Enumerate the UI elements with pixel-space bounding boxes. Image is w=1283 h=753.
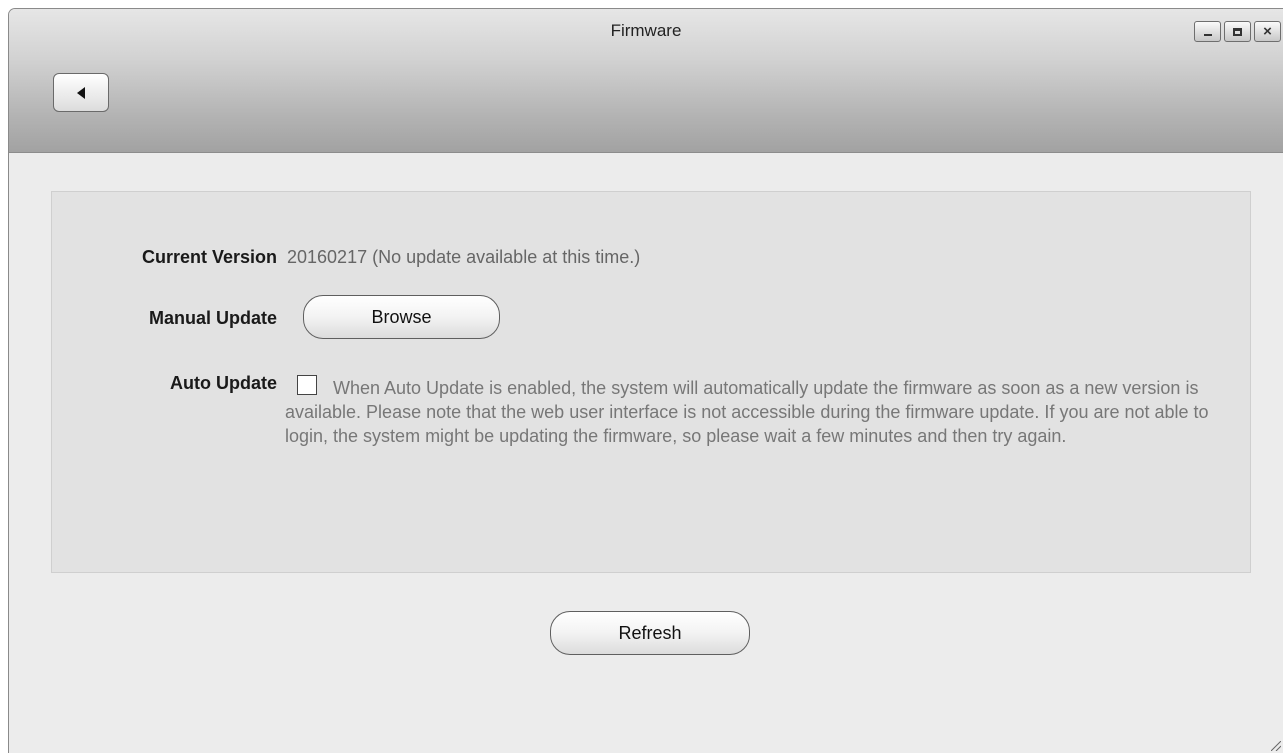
firmware-settings-panel: Current Version 20160217 (No update avai… <box>51 191 1251 573</box>
maximize-icon <box>1233 27 1242 36</box>
minimize-icon <box>1203 34 1212 36</box>
window-title: Firmware <box>610 21 682 40</box>
current-version-value: 20160217 (No update available at this ti… <box>287 247 641 267</box>
minimize-button[interactable] <box>1194 21 1221 42</box>
window-controls: × <box>1194 21 1281 42</box>
maximize-button[interactable] <box>1224 21 1251 42</box>
auto-update-description: When Auto Update is enabled, the system … <box>285 378 1209 446</box>
manual-update-label: Manual Update <box>148 308 277 328</box>
refresh-button[interactable]: Refresh <box>550 611 750 655</box>
auto-update-label: Auto Update <box>170 373 277 393</box>
firmware-window: Firmware × Current Version 20160217 (No … <box>8 8 1283 753</box>
back-button[interactable] <box>53 73 109 112</box>
browse-button[interactable]: Browse <box>303 295 500 339</box>
current-version-label: Current Version <box>141 247 277 267</box>
close-button[interactable]: × <box>1254 21 1281 42</box>
close-icon: × <box>1263 23 1272 40</box>
resize-grip-icon[interactable] <box>1271 741 1281 751</box>
back-arrow-icon <box>77 86 85 99</box>
window-titlebar[interactable]: Firmware × <box>9 9 1283 153</box>
